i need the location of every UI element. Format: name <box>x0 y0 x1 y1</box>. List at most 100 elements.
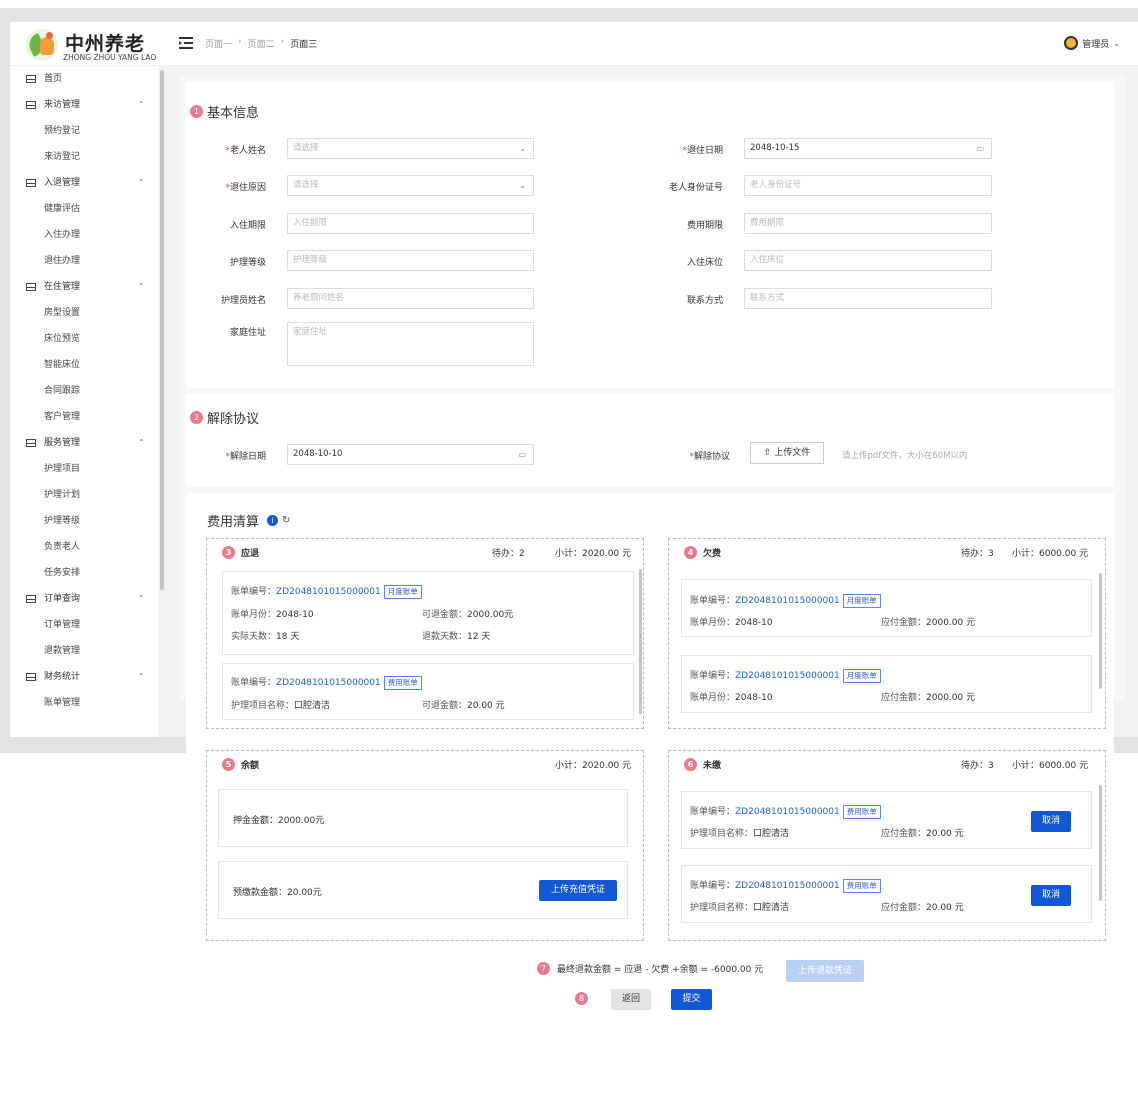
sidebar-group[interactable]: 在住管理 ⌃ <box>10 274 159 300</box>
sidebar-item[interactable]: 预约登记 <box>10 118 159 144</box>
bill-type-tag: 月度账单 <box>842 669 881 683</box>
panel-scrollbar[interactable] <box>1099 785 1102 901</box>
bill-number-link[interactable]: ZD2048101015000001 <box>735 671 840 681</box>
sidebar-label: 入退管理 <box>44 178 81 188</box>
cancel-button[interactable]: 取消 <box>1031 885 1071 906</box>
sidebar-label: 入住办理 <box>44 230 81 240</box>
sidebar: 首页 来访管理 ⌃ 预约登记 来访登记 入退管理 ⌃ 健康评估 入住办理 退住办理 在住管理 ⌃ 房型设… <box>10 66 160 737</box>
sidebar-group[interactable]: 财务统计 ⌃ <box>10 664 159 690</box>
address-textarea[interactable]: 家庭住址 <box>287 322 534 366</box>
stay-period-input[interactable]: 入住期限 <box>287 213 534 234</box>
logo[interactable]: 中州养老 ZHONG ZHOU YANG LAO <box>25 27 166 63</box>
sidebar-item[interactable]: 护理计划 <box>10 482 159 508</box>
sidebar-group[interactable]: 入退管理 ⌃ <box>10 170 159 196</box>
sidebar-label: 合同跟踪 <box>44 386 81 396</box>
agreement-label: *解除协议 <box>689 452 730 462</box>
menu-fold-icon[interactable] <box>179 37 193 49</box>
sidebar-group[interactable]: 来访管理 ⌃ <box>10 92 159 118</box>
bill-card: 账单编号：ZD2048101015000001 月度账单 账单月份：2048-10… <box>681 655 1092 713</box>
sidebar-label: 床位预览 <box>44 334 81 344</box>
sidebar-group[interactable]: 服务管理 ⌃ <box>10 430 159 456</box>
sidebar-item[interactable]: 入住办理 <box>10 222 159 248</box>
sidebar-label: 智能床位 <box>44 360 81 370</box>
care-level-label: 护理等级 <box>229 258 266 268</box>
panel-title: 余额 <box>241 761 260 771</box>
breadcrumb-item[interactable]: 页面一 <box>205 37 232 50</box>
bill-number-link[interactable]: ZD2048101015000001 <box>735 596 840 606</box>
bill-number-link[interactable]: ZD2048101015000001 <box>735 881 840 891</box>
sidebar-item[interactable]: 退款管理 <box>10 638 159 664</box>
submit-button[interactable]: 提交 <box>671 989 712 1010</box>
sidebar-item[interactable]: 健康评估 <box>10 196 159 222</box>
arrears-panel: 4 欠费 待办：3 小计：6000.00 元 账单编号：ZD20481010150… <box>668 538 1106 729</box>
sidebar-group[interactable]: 订单查询 ⌃ <box>10 586 159 612</box>
bill-number-link[interactable]: ZD2048101015000001 <box>276 587 381 597</box>
panel-scrollbar[interactable] <box>639 569 642 714</box>
section-title-text: 费用清算 <box>207 515 260 530</box>
refresh-icon[interactable]: ↻ <box>282 515 290 526</box>
logo-icon <box>25 29 58 61</box>
panel-title: 未缴 <box>703 761 722 771</box>
sidebar-label: 预约登记 <box>44 126 81 136</box>
sidebar-label: 首页 <box>44 74 63 84</box>
cancel-button[interactable]: 取消 <box>1031 811 1071 832</box>
id-card-input[interactable]: 老人身份证号 <box>744 175 992 196</box>
bill-number-link[interactable]: ZD2048101015000001 <box>735 807 840 817</box>
bill-type-tag: 费用账单 <box>842 879 881 893</box>
upload-recharge-button[interactable]: 上传充值凭证 <box>539 880 617 901</box>
sidebar-item[interactable]: 账单管理 <box>10 690 159 716</box>
sidebar-item[interactable]: 负责老人 <box>10 534 159 560</box>
bill-card: 账单编号：ZD2048101015000001 月度账单 账单月份：2048-10… <box>681 579 1092 637</box>
termination-date-picker[interactable]: 2048-10-10 ▭ <box>287 444 534 465</box>
back-button[interactable]: 返回 <box>611 989 651 1010</box>
address-label: 家庭住址 <box>229 328 266 338</box>
sidebar-item[interactable]: 来访登记 <box>10 144 159 170</box>
sidebar-item[interactable]: 房型设置 <box>10 300 159 326</box>
calendar-icon: ▭ <box>518 450 526 459</box>
sidebar-item[interactable]: 智能床位 <box>10 352 159 378</box>
pending-count: 待办：2 <box>492 549 525 559</box>
menu-group-icon <box>26 101 36 109</box>
subtotal: 小计：6000.00 元 <box>1012 549 1089 559</box>
sidebar-group[interactable]: 首页 <box>10 66 159 92</box>
pending-count: 待办：3 <box>961 549 994 559</box>
prepaid-amount: 预缴款金额：20.00元 <box>233 888 322 898</box>
panel-title: 欠费 <box>703 549 722 559</box>
refund-panel: 3 应退 待办：2 小计：2020.00 元 账单编号：ZD20481010150… <box>206 538 644 729</box>
final-refund-formula-row: 7 最终退款金额 = 应退 - 欠费 +余额 = -6000.00 元 <box>537 962 763 975</box>
user-menu[interactable]: 管理员 ⌄ <box>1064 36 1120 50</box>
reason-select[interactable]: 请选择 ⌄ <box>287 175 534 196</box>
deposit-card: 押金金额：2000.00元 <box>218 789 628 847</box>
menu-group-icon <box>26 439 36 447</box>
fee-period-input[interactable]: 费用期限 <box>744 213 992 234</box>
sidebar-item[interactable]: 客户管理 <box>10 404 159 430</box>
bill-number-link[interactable]: ZD2048101015000001 <box>276 678 381 688</box>
chevron-up-icon: ⌃ <box>138 672 145 681</box>
id-card-label: 老人身份证号 <box>668 183 723 193</box>
care-level-input[interactable]: 护理等级 <box>287 250 534 271</box>
chevron-right-icon: › <box>238 37 242 47</box>
checkout-date-picker[interactable]: 2048-10-15 ▭ <box>744 138 992 159</box>
elder-name-select[interactable]: 请选择 ⌄ <box>287 138 534 159</box>
sidebar-item[interactable]: 合同跟踪 <box>10 378 159 404</box>
upload-refund-button[interactable]: 上传退款凭证 <box>786 960 864 982</box>
bed-input[interactable]: 入住床位 <box>744 250 992 271</box>
sidebar-item[interactable]: 护理项目 <box>10 456 159 482</box>
breadcrumb-item[interactable]: 页面二 <box>248 37 275 50</box>
caregiver-input[interactable]: 养老顾问姓名 <box>287 288 534 309</box>
panel-scrollbar[interactable] <box>1099 573 1102 689</box>
deposit-amount: 押金金额：2000.00元 <box>233 816 325 826</box>
section-title-text: 解除协议 <box>207 412 260 427</box>
sidebar-scrollbar[interactable] <box>160 70 164 590</box>
sidebar-item[interactable]: 任务安排 <box>10 560 159 586</box>
termination-date-label: *解除日期 <box>225 452 266 462</box>
sidebar-item[interactable]: 床位预览 <box>10 326 159 352</box>
upload-file-button[interactable]: ⇧ 上传文件 <box>750 442 824 464</box>
sidebar-item[interactable]: 退住办理 <box>10 248 159 274</box>
sidebar-item[interactable]: 订单管理 <box>10 612 159 638</box>
info-icon[interactable]: i <box>267 515 279 526</box>
subtotal: 小计：2020.00 元 <box>555 761 632 771</box>
subtotal: 小计：6000.00 元 <box>1012 761 1089 771</box>
sidebar-item[interactable]: 护理等级 <box>10 508 159 534</box>
contact-input[interactable]: 联系方式 <box>744 288 992 309</box>
